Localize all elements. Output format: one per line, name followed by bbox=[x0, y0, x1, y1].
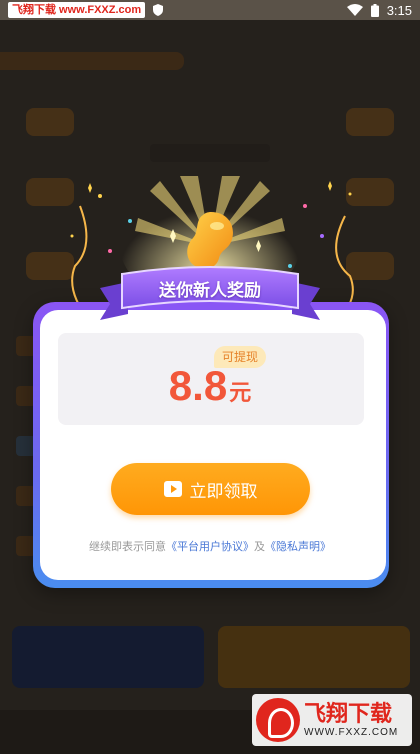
shield-icon bbox=[153, 4, 164, 16]
status-time: 3:15 bbox=[386, 2, 412, 18]
reward-amount: 8.8元 bbox=[0, 362, 420, 410]
privacy-policy-link[interactable]: 《隐私声明》 bbox=[265, 540, 331, 553]
watermark-url: WWW.FXXZ.COM bbox=[304, 726, 399, 738]
video-icon bbox=[163, 481, 182, 497]
agreement-prefix: 继续即表示同意 bbox=[89, 540, 166, 553]
status-right: 3:15 bbox=[346, 2, 412, 18]
watermark-logo-icon bbox=[256, 698, 300, 742]
status-watermark: 飞翔下载 www.FXXZ.com bbox=[8, 2, 146, 18]
claim-button-label: 立即领取 bbox=[189, 481, 258, 502]
watermark-name: 飞翔下载 bbox=[304, 701, 393, 727]
amount-value: 8.8 bbox=[168, 362, 228, 409]
agreement-text: 继续即表示同意《平台用户协议》及《隐私声明》 bbox=[0, 538, 420, 554]
banner-title: 送你新人奖励 bbox=[159, 281, 261, 301]
watermark-text: 飞翔下载 WWW.FXXZ.COM bbox=[304, 701, 399, 738]
battery-icon bbox=[370, 3, 379, 17]
claim-button[interactable]: 立即领取 bbox=[111, 463, 310, 515]
status-bar: 飞翔下载 www.FXXZ.com 3:15 bbox=[0, 0, 420, 20]
watermark-logo: 飞翔下载 WWW.FXXZ.COM bbox=[252, 694, 412, 746]
user-agreement-link[interactable]: 《平台用户协议》 bbox=[166, 540, 254, 553]
amount-unit: 元 bbox=[229, 380, 252, 405]
status-left: 飞翔下载 www.FXXZ.com bbox=[8, 2, 164, 18]
wifi-icon bbox=[346, 4, 363, 16]
agreement-and: 及 bbox=[254, 540, 265, 553]
